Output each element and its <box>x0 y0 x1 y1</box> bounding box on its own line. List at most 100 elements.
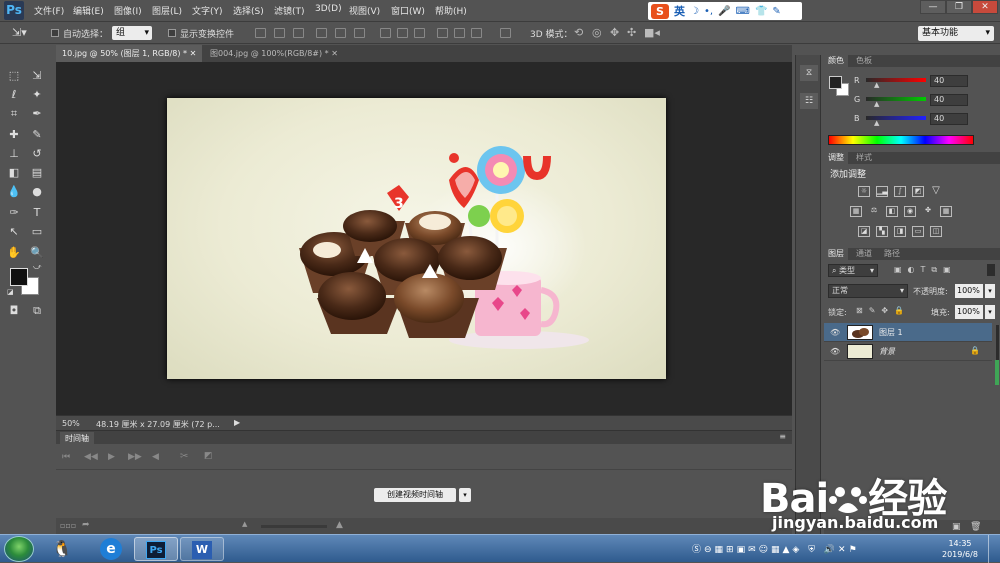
menu-window[interactable]: 窗口(W) <box>391 4 425 17</box>
zoom-slider[interactable] <box>261 525 327 528</box>
tray-clock[interactable]: 14:35 2019/6/8 <box>942 538 978 560</box>
move-tool-icon[interactable]: ⇲▾ <box>12 26 27 39</box>
eye-icon[interactable]: 👁 <box>830 347 840 356</box>
eye-icon[interactable]: 👁 <box>830 328 840 337</box>
layer-row[interactable]: 👁 背景 🔒 <box>824 342 992 361</box>
first-frame-icon[interactable]: ⏮ <box>62 452 70 462</box>
selective-color-icon[interactable]: ◫ <box>930 226 942 237</box>
fill-input[interactable]: 100% <box>955 305 983 319</box>
menu-3d[interactable]: 3D(D) <box>315 4 342 14</box>
move-tool-icon[interactable]: ⇲ <box>29 68 45 84</box>
next-frame-icon[interactable]: ▶▶ <box>128 452 142 462</box>
tab-layers[interactable]: 图层 <box>824 248 848 260</box>
punctuation-icon[interactable]: •, <box>704 6 713 17</box>
brush-tool-icon[interactable]: ✎ <box>29 127 45 143</box>
gradient-tool-icon[interactable]: ▤ <box>29 165 45 181</box>
qq-icon[interactable]: 🐧 <box>52 539 72 558</box>
tab-color[interactable]: 颜色 <box>824 55 848 67</box>
photo-filter-icon[interactable]: ◉ <box>904 206 916 217</box>
gradient-map-icon[interactable]: ▭ <box>912 226 924 237</box>
keyboard-icon[interactable]: ⌨ <box>736 6 750 17</box>
menu-layer[interactable]: 图层(L) <box>152 4 182 17</box>
play-icon[interactable]: ▶ <box>108 452 115 462</box>
chevron-down-icon[interactable]: ▾ <box>985 305 995 319</box>
tab-document-10[interactable]: 10.jpg @ 50% (图层 1, RGB/8) * ✕ <box>56 45 203 62</box>
color-spectrum-bar[interactable] <box>828 135 974 145</box>
zoom-out-icon[interactable]: ▲ <box>242 520 247 528</box>
foreground-color-swatch[interactable] <box>10 268 28 286</box>
distribute-vcenter-icon[interactable] <box>397 28 408 38</box>
distribute-hcenter-icon[interactable] <box>454 28 465 38</box>
auto-select-checkbox[interactable] <box>51 29 59 37</box>
levels-icon[interactable]: ▁▃ <box>876 186 888 197</box>
ie-icon[interactable]: e <box>100 538 122 560</box>
channel-g-value[interactable]: 40 <box>930 94 968 106</box>
eyedropper-tool-icon[interactable]: ✒ <box>29 106 45 122</box>
marquee-tool-icon[interactable]: ⬚ <box>6 68 22 84</box>
eraser-tool-icon[interactable]: ◧ <box>6 165 22 181</box>
scale-3d-icon[interactable]: ■◂ <box>644 26 660 39</box>
posterize-icon[interactable]: ▚ <box>876 226 888 237</box>
menu-filter[interactable]: 滤镜(T) <box>274 4 305 17</box>
blend-mode-dropdown[interactable]: 正常 ▾ <box>828 284 908 298</box>
chevron-down-icon[interactable]: ▾ <box>459 488 471 502</box>
distribute-left-icon[interactable] <box>437 28 448 38</box>
brightness-icon[interactable]: ☼ <box>858 186 870 197</box>
ime-mode-label[interactable]: 英 <box>674 3 685 19</box>
auto-align-icon[interactable] <box>500 28 511 38</box>
threshold-icon[interactable]: ◨ <box>894 226 906 237</box>
menu-type[interactable]: 文字(Y) <box>192 4 223 17</box>
align-vcenter-icon[interactable] <box>274 28 285 38</box>
magic-wand-tool-icon[interactable]: ✦ <box>29 87 45 103</box>
vibrance-icon[interactable]: ▽ <box>930 186 942 197</box>
layer-filter-dropdown[interactable]: ⌕ 类型 ▾ <box>828 264 878 277</box>
swap-colors-icon[interactable]: ⤻ <box>33 262 42 272</box>
zoom-in-icon[interactable]: ▲ <box>336 520 343 530</box>
curves-icon[interactable]: ∫ <box>894 186 906 197</box>
auto-select-dropdown[interactable]: 组 ▾ <box>112 26 152 40</box>
healing-brush-tool-icon[interactable]: ✚ <box>6 127 22 143</box>
lasso-tool-icon[interactable]: ℓ <box>6 87 22 103</box>
invert-icon[interactable]: ◪ <box>858 226 870 237</box>
prev-frame-icon[interactable]: ◀◀ <box>84 452 98 462</box>
restore-button[interactable]: ❐ <box>946 0 972 14</box>
tab-adjustments[interactable]: 调整 <box>824 152 848 164</box>
layer-name[interactable]: 图层 1 <box>879 327 903 338</box>
default-colors-icon[interactable]: ◪ <box>7 288 14 296</box>
tools-icon[interactable]: ✎ <box>772 6 780 17</box>
color-lookup-icon[interactable]: ▦ <box>940 206 952 217</box>
new-layer-icon[interactable]: ▣ <box>952 522 961 532</box>
microphone-icon[interactable]: 🎤 <box>718 6 730 17</box>
menu-edit[interactable]: 编辑(E) <box>73 4 104 17</box>
moon-icon[interactable]: ☽ <box>690 6 699 17</box>
roll-3d-icon[interactable]: ◎ <box>592 26 602 39</box>
channel-b-value[interactable]: 40 <box>930 113 968 125</box>
align-left-icon[interactable] <box>316 28 327 38</box>
tab-document-004[interactable]: 图004.jpg @ 100%(RGB/8#) * ✕ <box>204 45 344 62</box>
ime-toolbar[interactable]: S 英 ☽ •, 🎤 ⌨ 👕 ✎ <box>648 2 802 20</box>
transition-icon[interactable]: ◩ <box>204 451 213 461</box>
taskbar-word[interactable]: W <box>180 537 224 561</box>
layer-row[interactable]: 👁 图层 1 <box>824 323 992 342</box>
exposure-icon[interactable]: ◩ <box>912 186 924 197</box>
slider-thumb-icon[interactable]: ▲ <box>874 119 879 127</box>
frame-mode-icon[interactable]: ▫▫▫ <box>60 521 76 530</box>
pen-tool-icon[interactable]: ✑ <box>6 205 22 221</box>
distribute-right-icon[interactable] <box>471 28 482 38</box>
tab-paths[interactable]: 路径 <box>880 248 904 260</box>
distribute-bottom-icon[interactable] <box>414 28 425 38</box>
menu-image[interactable]: 图像(I) <box>114 4 142 17</box>
trash-icon[interactable]: 🗑 <box>970 522 981 532</box>
align-top-icon[interactable] <box>255 28 266 38</box>
color-balance-icon[interactable]: ⚖ <box>868 206 880 217</box>
rectangle-tool-icon[interactable]: ▭ <box>29 224 45 240</box>
align-hcenter-icon[interactable] <box>335 28 346 38</box>
taskbar-photoshop[interactable]: Ps <box>134 537 178 561</box>
create-video-timeline-button[interactable]: 创建视频时间轴 <box>374 488 456 502</box>
color-fg-swatch[interactable] <box>829 76 842 89</box>
menu-help[interactable]: 帮助(H) <box>435 4 467 17</box>
hand-tool-icon[interactable]: ✋ <box>6 245 22 261</box>
quick-mask-icon[interactable]: ◘ <box>6 303 22 319</box>
tab-channels[interactable]: 通道 <box>852 248 876 260</box>
align-right-icon[interactable] <box>354 28 365 38</box>
